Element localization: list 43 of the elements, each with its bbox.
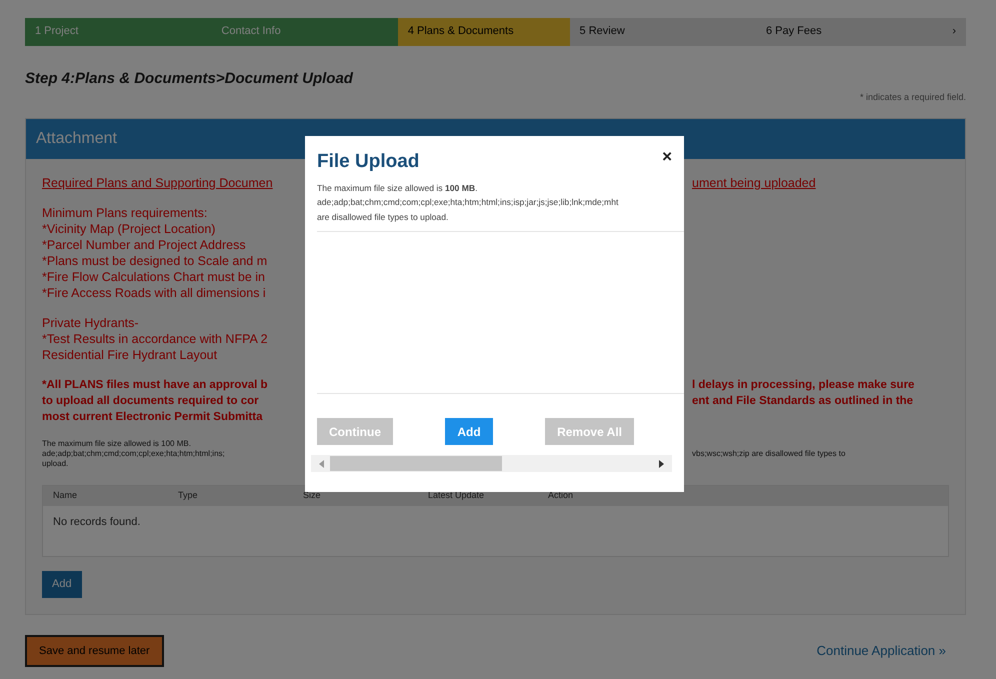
chevron-icon: › [942,18,966,46]
column-header: Type [178,489,199,502]
instruction-text: Minimum Plans requirements: [42,205,208,221]
file-size-note: The maximum file size allowed is 100 MB. [42,439,192,449]
instruction-text: most current Electronic Permit Submitta [42,410,264,425]
dialog-button[interactable]: Add [445,418,493,445]
instruction-text: *Plans must be designed to Scale and m [42,253,268,269]
column-header: Name [53,489,78,502]
continue-link[interactable]: Continue Application » [816,641,946,660]
step-label[interactable]: 5 Review [570,18,756,46]
instruction-text: to upload all documents required to cor [42,394,260,409]
instruction-text: *Vicinity Map (Project Location) [42,221,216,237]
step-label: 4 Plans & Documents [398,18,570,46]
instruction-text: *Test Results in accordance with NFPA 2 [42,331,269,347]
step-label[interactable]: Contact Info [211,18,398,46]
file-size-note: ade;adp;bat;chm;cmd;com;cpl;exe;hta;htm;html;ins; [42,449,226,459]
instruction-text: Private Hydrants- [42,315,140,331]
required-note: * indicates a required field. [858,90,966,104]
scrollbar-thumb[interactable] [330,456,502,471]
file-size-note: upload. [42,459,70,469]
right-arrow-icon[interactable] [659,460,664,468]
column-header: Action [548,489,574,502]
step-label[interactable]: 6 Pay Fees [756,18,942,46]
horizontal-scrollbar[interactable] [311,455,672,472]
step-label[interactable]: 1 Project [25,18,212,46]
file-size-note: vbs;wsc;wsh;zip are disallowed file types to [692,449,846,459]
instruction-text: Residential Fire Hydrant Layout [42,347,218,363]
instruction-text: *Parcel Number and Project Address [42,237,247,253]
instruction-text: l delays in processing, please make sure [692,378,916,393]
left-arrow-icon[interactable] [319,460,324,468]
file-size-note: The maximum file size allowed is 100 MB. [317,182,478,194]
empty-message: No records found. [52,514,142,530]
file-types-note: are disallowed file types to upload. [317,210,450,224]
column-header: Latest Update [428,489,486,502]
instruction-text: *Fire Flow Calculations Chart must be in [42,269,266,285]
page-heading: Step 4:Plans & Documents>Document Upload [25,69,354,89]
instruction-text: *Fire Access Roads with all dimensions i [42,285,267,301]
column-header: Size [303,489,322,502]
file-types-list: ade;adp;bat;chm;cmd;com;cpl;exe;hta;htm;html;ins;isp;jar;js;jse;lib;lnk;mde;mht [317,195,672,210]
add-button[interactable]: Add [42,571,82,598]
save-button[interactable]: Save and resume later [25,634,164,667]
instruction-text: ent and File Standards as outlined in the [692,394,914,409]
instruction-text: *All PLANS files must have an approval b [42,378,269,393]
